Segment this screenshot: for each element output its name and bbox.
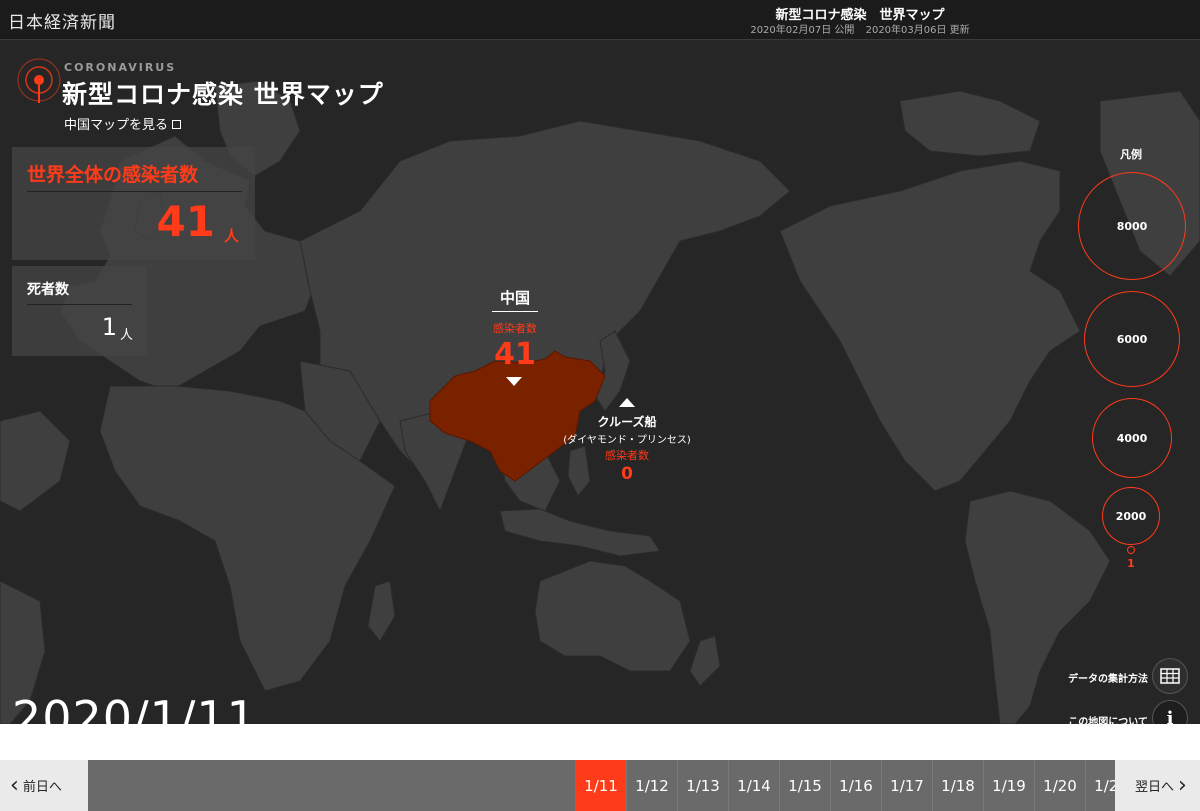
header-dates: 2020年02月07日 公開 2020年03月06日 更新 [740,21,980,36]
published-date: 2020年02月07日 公開 [750,25,855,36]
china-map-link-label: 中国マップを見る [64,118,169,133]
timeline-days: 1/11 1/12 1/13 1/14 1/15 1/16 1/17 1/18 1/19 1/20… [575,760,1115,811]
timeline-day[interactable]: 1/21 [1085,760,1115,811]
world-map[interactable] [0,41,1200,724]
arctic-islands-land [899,90,1041,157]
china-arrow-down-icon [506,377,522,386]
timeline-day[interactable]: 1/14 [728,760,779,811]
prev-day-label: 前日へ [22,780,62,795]
kicker-text: CORONAVIRUS [64,61,177,74]
data-method-label[interactable]: データの集計方法 [1020,670,1148,685]
timeline-day[interactable]: 1/12 [626,760,677,811]
top-header: 日本経済新聞 新型コロナ感染 世界マップ 2020年02月07日 公開 2020… [0,0,1200,40]
legend-label-1: 1 [1127,557,1135,570]
next-day-button[interactable]: 翌日へ › [1115,760,1200,811]
deaths-unit: 人 [119,328,133,343]
world-cases-value: 41 [156,197,215,246]
legend-circle-8000: 8000 [1078,172,1186,280]
deaths-box: 死者数 1 人 [12,266,147,356]
north-america-land [779,160,1081,492]
australia-land [534,560,691,672]
timeline-day[interactable]: 1/16 [830,760,881,811]
nikkei-logo[interactable]: 日本経済新聞 [8,8,116,33]
philippines-land [567,445,591,497]
chevron-right-icon: › [1178,772,1187,798]
cruise-name: クルーズ船 [597,415,657,429]
timeline-track[interactable]: 1/11 1/12 1/13 1/14 1/15 1/16 1/17 1/18 1/19 1/20… [88,760,1115,811]
current-date: 2020/1/11 [12,692,257,724]
updated-date: 2020年03月06日 更新 [865,25,970,36]
world-cases-label: 世界全体の感染者数 [27,164,199,186]
world-cases-unit: 人 [223,227,239,245]
legend-circle-4000: 4000 [1092,398,1172,478]
china-map-link[interactable]: 中国マップを見る [64,114,182,133]
divider [27,304,132,305]
table-icon [1160,668,1180,684]
timeline-day[interactable]: 1/11 [575,760,626,811]
white-strip [0,724,1200,760]
legend-circle-1 [1127,546,1135,554]
legend-circle-2000: 2000 [1102,487,1160,545]
cruise-cases-value: 0 [621,464,633,484]
next-day-label: 翌日へ [1135,780,1175,795]
china-name: 中国 [499,289,530,307]
legend-circle-6000: 6000 [1084,291,1180,387]
deaths-value: 1 [101,313,117,341]
timeline-day[interactable]: 1/19 [983,760,1034,811]
south-america-land [964,490,1111,724]
virus-target-icon [17,58,61,103]
timeline-day[interactable]: 1/18 [932,760,983,811]
indonesia-land [499,508,661,557]
madagascar-land [367,580,396,642]
timeline-day[interactable]: 1/20 [1034,760,1085,811]
data-method-button[interactable] [1152,658,1188,694]
cruise-arrow-up-icon [619,398,635,407]
cruise-cases-label: 感染者数 [605,449,649,462]
prev-day-button[interactable]: ‹ 前日へ [0,760,88,811]
deaths-label: 死者数 [27,282,69,298]
chevron-left-icon: ‹ [10,772,19,798]
divider [27,191,242,192]
map-svg [0,80,1200,724]
timeline-day[interactable]: 1/17 [881,760,932,811]
china-underline [492,311,538,312]
timeline-bar: ‹ 前日へ 1/11 1/12 1/13 1/14 1/15 1/16 1/17 1/18 1/… [0,760,1200,811]
new-zealand-land [689,635,721,687]
china-cases-value: 41 [494,337,536,372]
legend-title: 凡例 [1120,148,1142,161]
external-link-icon [172,120,182,129]
west-africa-left-land [0,410,71,512]
timeline-day[interactable]: 1/15 [779,760,830,811]
page-title: 新型コロナ感染 世界マップ [62,80,384,109]
cruise-subname: (ダイヤモンド・プリンセス) [563,435,691,446]
china-cases-label: 感染者数 [493,322,537,335]
world-cases-box: 世界全体の感染者数 41 人 [12,147,255,260]
timeline-day[interactable]: 1/13 [677,760,728,811]
